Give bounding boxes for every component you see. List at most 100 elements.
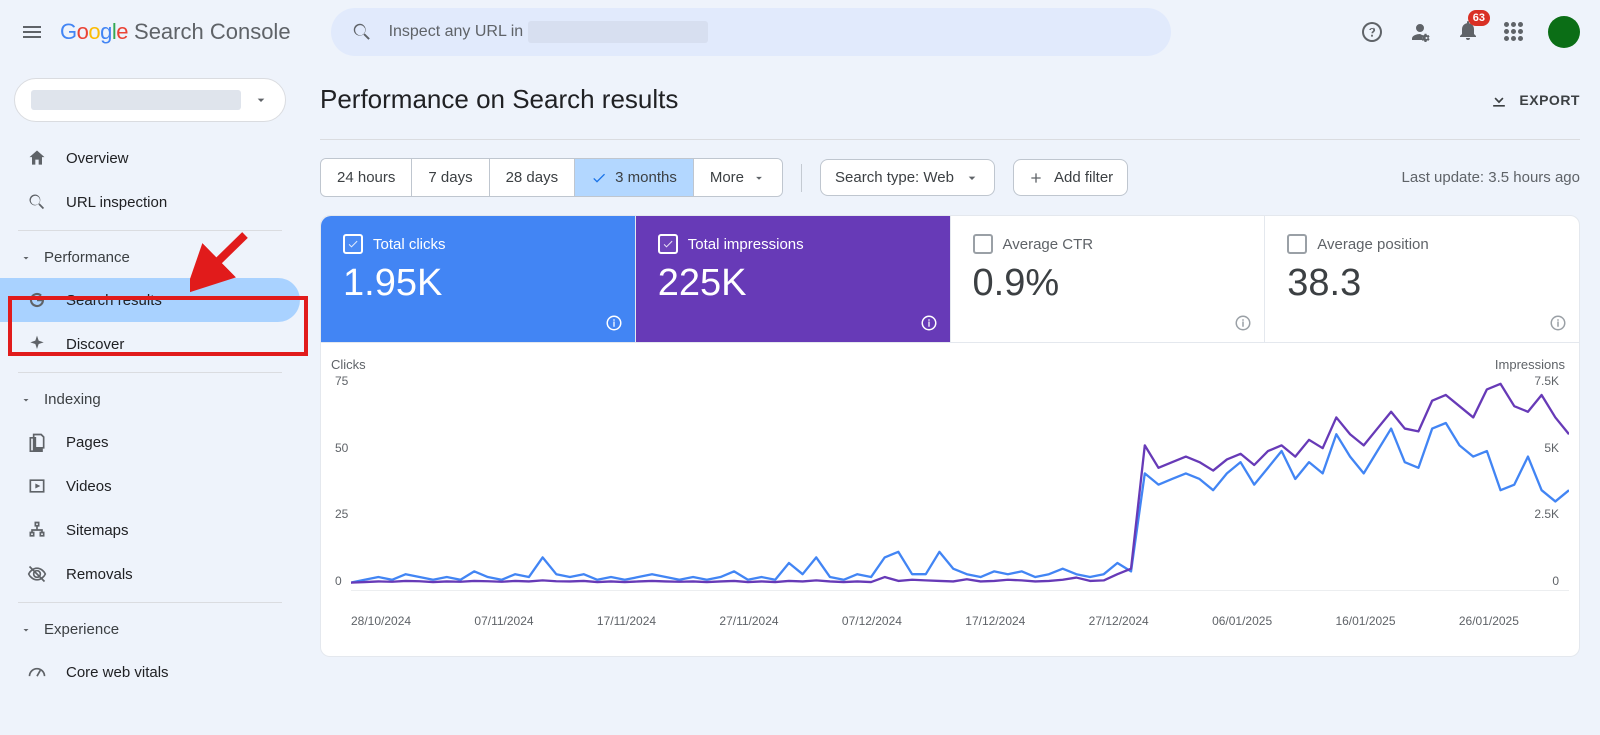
metric-value: 225K [658,262,928,305]
x-tick: 16/01/2025 [1335,614,1395,628]
metric-average-position[interactable]: Average position 38.3 [1265,216,1579,342]
x-tick: 28/10/2024 [351,614,411,628]
visibility-off-icon [27,564,47,584]
metrics-card: Total clicks 1.95K Total impressions 225… [320,215,1580,343]
product-logo[interactable]: Google Search Console [60,19,291,45]
sidebar-item-search-results[interactable]: Search results [0,278,300,322]
x-tick: 27/12/2024 [1089,614,1149,628]
y-tick-right: 2.5K [1534,507,1559,521]
range-3m[interactable]: 3 months [575,159,694,196]
search-icon [351,21,373,43]
export-label: EXPORT [1519,92,1580,108]
range-7d[interactable]: 7 days [412,159,489,196]
export-button[interactable]: EXPORT [1489,90,1580,110]
info-icon[interactable] [920,314,938,332]
video-icon [27,476,47,496]
sidebar-group-label: Indexing [44,391,101,408]
download-icon [1489,90,1509,110]
sidebar-item-pages[interactable]: Pages [0,420,300,464]
help-icon[interactable] [1360,20,1384,44]
divider [18,602,282,603]
range-24h[interactable]: 24 hours [321,159,412,196]
divider [18,372,282,373]
chevron-down-icon [20,624,32,636]
account-avatar[interactable] [1548,16,1580,48]
y-tick-right: 0 [1552,574,1559,588]
metric-total-impressions[interactable]: Total impressions 225K [636,216,951,342]
left-axis-label: Clicks [331,357,366,372]
x-tick: 17/11/2024 [597,614,656,628]
plus-icon [1028,170,1044,186]
search-placeholder: Inspect any URL in [389,23,524,40]
x-tick: 17/12/2024 [965,614,1025,628]
apps-icon[interactable] [1504,22,1524,42]
sidebar-group-label: Performance [44,249,130,266]
sitemap-icon [27,520,47,540]
notifications-button[interactable]: 63 [1456,18,1480,47]
sidebar-item-overview[interactable]: Overview [0,136,300,180]
sidebar-item-sitemaps[interactable]: Sitemaps [0,508,300,552]
range-28d[interactable]: 28 days [490,159,576,196]
date-range-segmented: 24 hours 7 days 28 days 3 months More [320,158,783,197]
sidebar-group-indexing[interactable]: Indexing [0,379,300,420]
property-selector[interactable] [14,78,286,122]
chart-canvas [351,381,1569,591]
sidebar-group-label: Experience [44,621,119,638]
last-update-label: Last update: 3.5 hours ago [1402,169,1580,186]
chevron-down-icon [752,171,766,185]
metric-average-ctr[interactable]: Average CTR 0.9% [951,216,1266,342]
sidebar-item-removals[interactable]: Removals [0,552,300,596]
y-tick-left: 75 [335,374,348,388]
x-tick: 27/11/2024 [719,614,778,628]
metric-value: 1.95K [343,262,613,305]
sidebar-item-label: Core web vitals [66,664,169,681]
gauge-icon [27,662,47,682]
sidebar-item-videos[interactable]: Videos [0,464,300,508]
sidebar-item-url-inspection[interactable]: URL inspection [0,180,300,224]
redacted-property [31,90,241,110]
x-tick: 26/01/2025 [1459,614,1519,628]
url-inspect-search[interactable]: Inspect any URL in [331,8,1171,56]
google-g-icon [27,290,47,310]
redacted-site [528,21,708,43]
chevron-down-icon [253,92,269,108]
chevron-down-icon [20,394,32,406]
divider [18,230,282,231]
y-tick-left: 25 [335,507,348,521]
add-filter-button[interactable]: Add filter [1013,159,1128,196]
y-tick-left: 0 [335,574,342,588]
main-content: Performance on Search results EXPORT 24 … [320,72,1580,735]
users-settings-icon[interactable] [1408,20,1432,44]
info-icon[interactable] [1234,314,1252,332]
filter-row: 24 hours 7 days 28 days 3 months More Se… [320,140,1580,215]
metric-total-clicks[interactable]: Total clicks 1.95K [321,216,636,342]
sparkle-icon [27,334,47,354]
check-icon [347,238,359,250]
sidebar-item-label: Search results [66,292,162,309]
performance-chart: Clicks Impressions 0255075 02.5K5K7.5K 2… [320,343,1580,657]
info-icon[interactable] [1549,314,1567,332]
sidebar-item-label: Pages [66,434,109,451]
sidebar-item-discover[interactable]: Discover [0,322,300,366]
y-tick-right: 7.5K [1534,374,1559,388]
sidebar-item-core-web-vitals[interactable]: Core web vitals [0,650,300,694]
x-tick: 07/12/2024 [842,614,902,628]
sidebar-item-label: URL inspection [66,194,167,211]
search-icon [27,192,47,212]
x-tick: 06/01/2025 [1212,614,1272,628]
sidebar-group-experience[interactable]: Experience [0,609,300,650]
search-type-filter[interactable]: Search type: Web [820,159,995,196]
app-header: Google Search Console Inspect any URL in… [0,0,1600,64]
sidebar-item-label: Videos [66,478,112,495]
info-icon[interactable] [605,314,623,332]
x-tick: 07/11/2024 [474,614,533,628]
home-icon [27,148,47,168]
sidebar-group-performance[interactable]: Performance [0,237,300,278]
range-more[interactable]: More [694,159,782,196]
menu-icon[interactable] [12,12,52,52]
chevron-down-icon [20,252,32,264]
x-axis-ticks: 28/10/2024 07/11/2024 17/11/2024 27/11/2024… [351,614,1519,628]
sidebar-item-label: Sitemaps [66,522,129,539]
check-icon [591,170,607,186]
sidebar: Overview URL inspection Performance Sear… [0,72,300,735]
